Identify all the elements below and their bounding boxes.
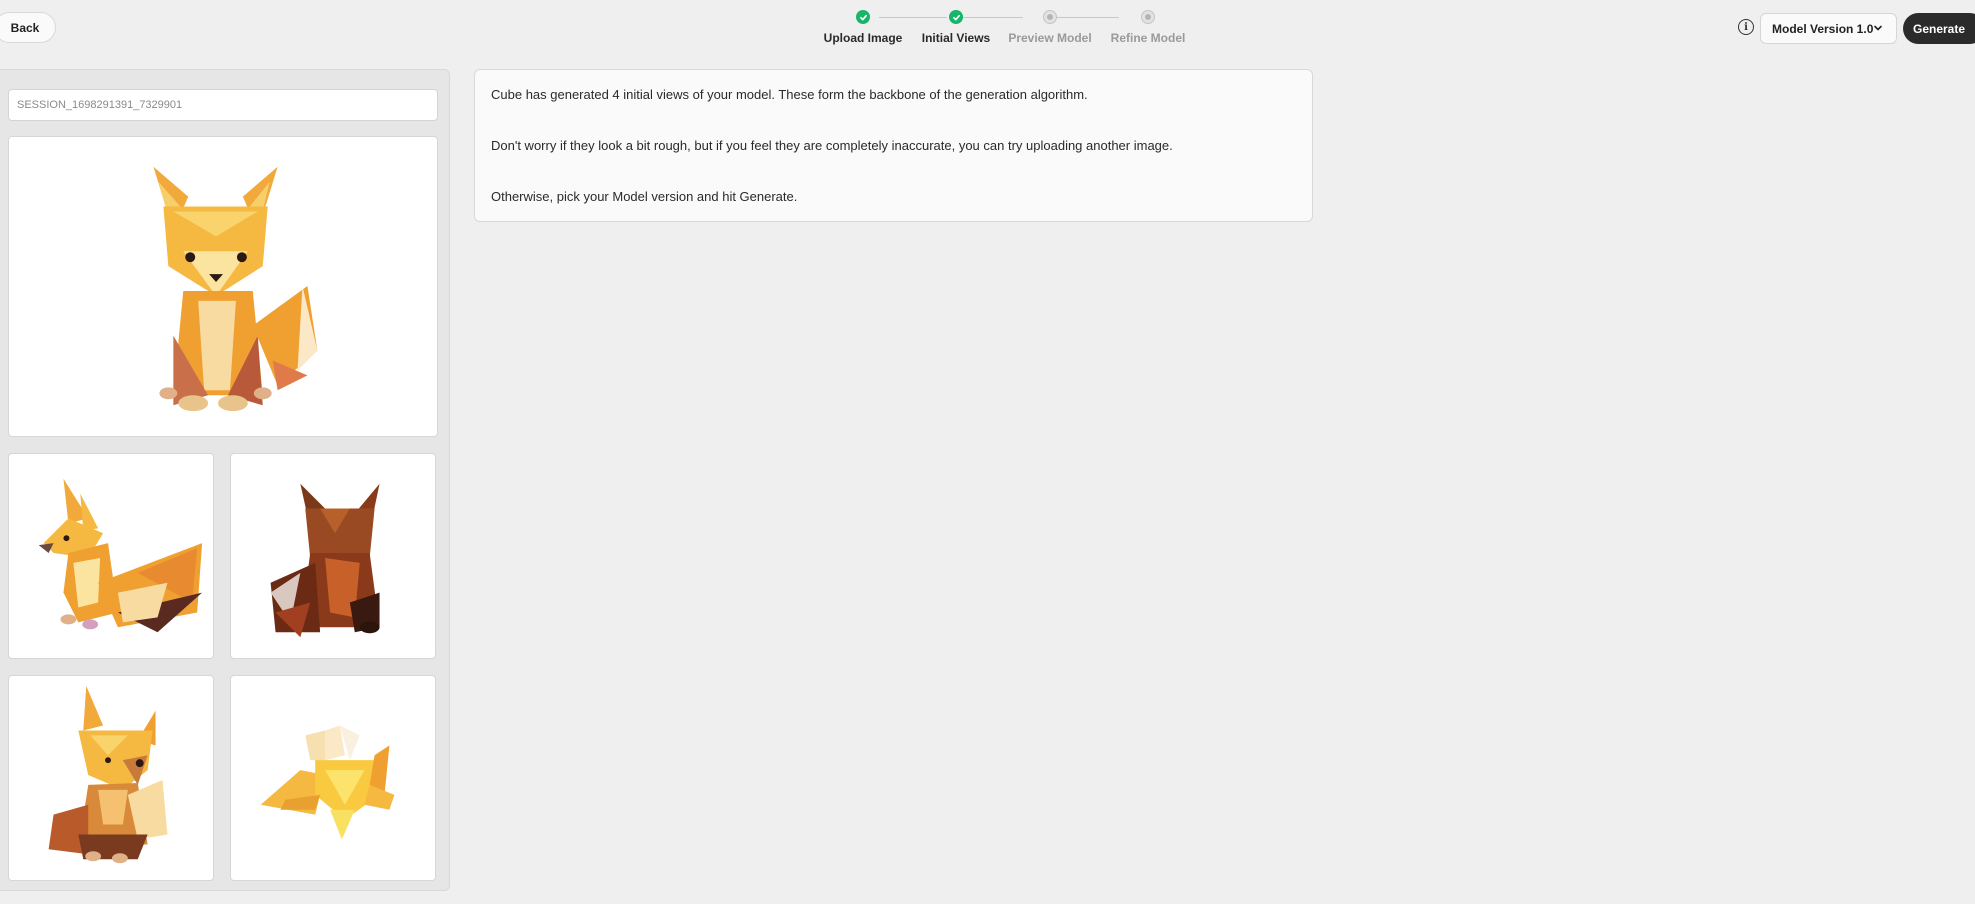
- fox-top-view: [260, 725, 395, 840]
- step-label: Refine Model: [1110, 31, 1186, 45]
- model-version-value: Model Version 1.0: [1772, 21, 1874, 36]
- view-card-1[interactable]: [8, 453, 214, 659]
- fox-side-view: [38, 478, 203, 633]
- view-card-2[interactable]: [230, 453, 436, 659]
- top-bar: Back Upload Image Initial Views Preview …: [0, 0, 1975, 56]
- generate-button[interactable]: Generate: [1903, 13, 1975, 44]
- instructions-line-1: Cube has generated 4 initial views of yo…: [491, 87, 1088, 102]
- view-card-3[interactable]: [8, 675, 214, 881]
- check-icon: [949, 10, 963, 24]
- model-version-select[interactable]: Model Version 1.0: [1760, 13, 1897, 44]
- step-refine-model[interactable]: Refine Model: [1088, 8, 1208, 45]
- chevron-down-icon: [1874, 25, 1882, 31]
- view-card-4[interactable]: [230, 675, 436, 881]
- fox-front-view: [153, 166, 318, 412]
- instructions-box: Cube has generated 4 initial views of yo…: [474, 69, 1313, 222]
- instructions-line-2: Don't worry if they look a bit rough, bu…: [491, 138, 1173, 153]
- instructions-line-3: Otherwise, pick your Model version and h…: [491, 189, 798, 204]
- check-icon: [856, 10, 870, 24]
- pending-dot-icon: [1043, 10, 1057, 24]
- back-button[interactable]: Back: [0, 12, 56, 43]
- fox-three-quarter-view: [48, 685, 168, 864]
- views-panel: [0, 69, 450, 891]
- pending-dot-icon: [1141, 10, 1155, 24]
- fox-back-view: [270, 483, 380, 638]
- info-icon[interactable]: i: [1738, 19, 1754, 35]
- progress-stepper: Upload Image Initial Views Preview Model…: [800, 8, 1185, 48]
- session-id-field[interactable]: [8, 89, 438, 121]
- main-view-card[interactable]: [8, 136, 438, 437]
